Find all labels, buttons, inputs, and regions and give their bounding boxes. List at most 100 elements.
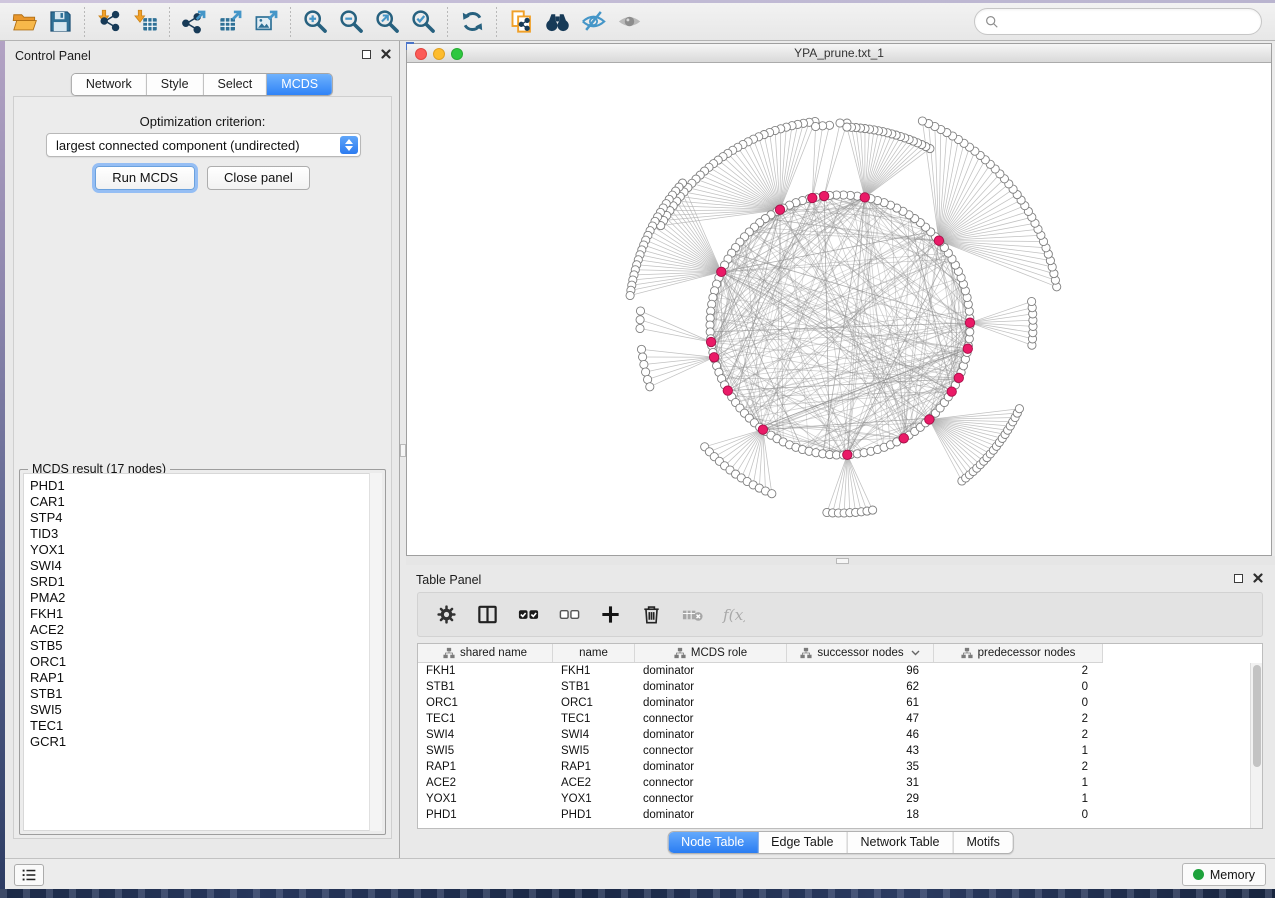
mcds-network-node[interactable]: [775, 205, 784, 214]
select-all-columns-button[interactable]: [512, 599, 544, 631]
network-node[interactable]: [642, 368, 650, 376]
mcds-network-node[interactable]: [899, 434, 908, 443]
network-node[interactable]: [626, 291, 634, 299]
hide-selected-button[interactable]: [575, 6, 611, 38]
delete-table-button[interactable]: [676, 599, 708, 631]
export-image-button[interactable]: [248, 6, 284, 38]
network-node[interactable]: [636, 316, 644, 324]
tab-mcds[interactable]: MCDS: [267, 74, 332, 95]
search-input[interactable]: [1005, 14, 1251, 29]
run-mcds-button[interactable]: Run MCDS: [95, 166, 195, 190]
float-panel-icon[interactable]: [362, 50, 371, 59]
column-header-successor-nodes[interactable]: successor nodes: [787, 644, 934, 662]
show-all-button[interactable]: [611, 6, 647, 38]
optimization-criterion-select[interactable]: largest connected component (undirected): [46, 133, 361, 157]
table-row[interactable]: SWI4SWI4dominator462: [418, 727, 1250, 743]
table-row[interactable]: SWI5SWI5connector431: [418, 743, 1250, 759]
mcds-network-node[interactable]: [706, 337, 715, 346]
memory-button[interactable]: Memory: [1182, 863, 1266, 886]
network-node[interactable]: [918, 117, 926, 125]
table-row[interactable]: FKH1FKH1dominator962: [418, 663, 1250, 679]
open-session-button[interactable]: [6, 6, 42, 38]
mcds-network-node[interactable]: [954, 373, 963, 382]
import-network-button[interactable]: [91, 6, 127, 38]
maximize-window-button[interactable]: [451, 48, 463, 60]
close-panel-button[interactable]: Close panel: [207, 166, 310, 190]
network-node[interactable]: [869, 506, 877, 514]
minimize-window-button[interactable]: [433, 48, 445, 60]
table-options-button[interactable]: [430, 599, 462, 631]
mcds-network-node[interactable]: [820, 191, 829, 200]
close-window-button[interactable]: [415, 48, 427, 60]
table-row[interactable]: PHD1PHD1dominator180: [418, 807, 1250, 823]
tab-network[interactable]: Network: [72, 74, 147, 95]
function-builder-button[interactable]: f(x): [717, 599, 749, 631]
tab-edge-table[interactable]: Edge Table: [758, 832, 847, 853]
mcds-result-list[interactable]: PHD1CAR1STP4TID3YOX1SWI4SRD1PMA2FKH1ACE2…: [23, 473, 382, 831]
table-row[interactable]: YOX1YOX1connector291: [418, 791, 1250, 807]
close-panel-icon[interactable]: [1253, 573, 1263, 583]
create-column-button[interactable]: [594, 599, 626, 631]
table-row[interactable]: RAP1RAP1dominator352: [418, 759, 1250, 775]
network-node[interactable]: [768, 490, 776, 498]
network-view[interactable]: [407, 63, 1271, 555]
unselect-all-columns-button[interactable]: [553, 599, 585, 631]
network-node[interactable]: [966, 328, 974, 336]
mcds-network-node[interactable]: [843, 450, 852, 459]
float-panel-icon[interactable]: [1234, 574, 1243, 583]
export-table-button[interactable]: [212, 6, 248, 38]
column-header-predecessor-nodes[interactable]: predecessor nodes: [934, 644, 1103, 662]
refresh-view-button[interactable]: [454, 6, 490, 38]
zoom-selected-button[interactable]: [405, 6, 441, 38]
mcds-network-node[interactable]: [963, 344, 972, 353]
network-window-titlebar[interactable]: YPA_prune.txt_1: [407, 44, 1271, 63]
mcds-network-node[interactable]: [947, 387, 956, 396]
tab-motifs[interactable]: Motifs: [953, 832, 1012, 853]
mcds-network-node[interactable]: [860, 193, 869, 202]
tab-select[interactable]: Select: [204, 74, 268, 95]
network-graph[interactable]: [407, 63, 1271, 555]
find-button[interactable]: [539, 6, 575, 38]
horizontal-splitter[interactable]: [406, 556, 1275, 565]
save-session-button[interactable]: [42, 6, 78, 38]
mcds-network-node[interactable]: [758, 425, 767, 434]
mcds-network-node[interactable]: [717, 267, 726, 276]
duplicate-network-button[interactable]: [503, 6, 539, 38]
zoom-fit-button[interactable]: [369, 6, 405, 38]
show-column-button[interactable]: [471, 599, 503, 631]
network-node[interactable]: [646, 383, 654, 391]
table-row[interactable]: STB1STB1dominator620: [418, 679, 1250, 695]
delete-columns-button[interactable]: [635, 599, 667, 631]
network-node[interactable]: [636, 307, 644, 315]
column-header-shared-name[interactable]: shared name: [418, 644, 553, 662]
table-row[interactable]: ACE2ACE2connector311: [418, 775, 1250, 791]
mcds-network-node[interactable]: [934, 236, 943, 245]
tab-network-table[interactable]: Network Table: [848, 832, 954, 853]
network-node[interactable]: [640, 360, 648, 368]
close-panel-icon[interactable]: [381, 49, 391, 59]
mcds-network-node[interactable]: [965, 318, 974, 327]
network-node[interactable]: [843, 123, 851, 131]
network-node[interactable]: [636, 324, 644, 332]
column-header-name[interactable]: name: [553, 644, 635, 662]
table-row[interactable]: ORC1ORC1dominator610: [418, 695, 1250, 711]
network-node[interactable]: [812, 122, 820, 130]
mcds-network-node[interactable]: [723, 386, 732, 395]
network-node[interactable]: [637, 345, 645, 353]
export-network-button[interactable]: [176, 6, 212, 38]
splitter-handle[interactable]: [836, 558, 849, 564]
network-node[interactable]: [1028, 297, 1036, 305]
column-header-mcds-role[interactable]: MCDS role: [635, 644, 787, 662]
scrollbar-thumb[interactable]: [1253, 665, 1261, 767]
task-history-button[interactable]: [14, 864, 44, 886]
network-node[interactable]: [639, 353, 647, 361]
import-table-button[interactable]: [127, 6, 163, 38]
tab-style[interactable]: Style: [147, 74, 204, 95]
mcds-network-node[interactable]: [925, 415, 934, 424]
table-scrollbar[interactable]: [1250, 663, 1262, 828]
mcds-network-node[interactable]: [808, 193, 817, 202]
tab-node-table[interactable]: Node Table: [668, 832, 758, 853]
zoom-in-button[interactable]: [297, 6, 333, 38]
table-row[interactable]: TEC1TEC1connector472: [418, 711, 1250, 727]
mcds-list-scrollbar[interactable]: [369, 473, 382, 831]
